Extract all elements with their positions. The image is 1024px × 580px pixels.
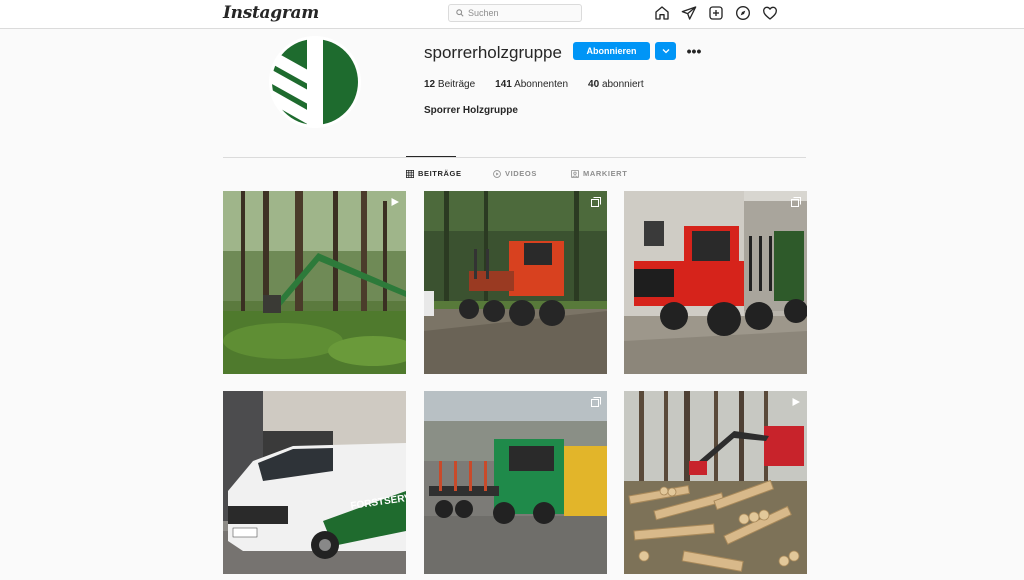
more-options-button[interactable]: ••• — [686, 43, 702, 59]
activity-heart-icon[interactable] — [761, 4, 779, 22]
video-badge-icon — [790, 396, 802, 408]
following-count[interactable]: 40 abonniert — [588, 79, 644, 90]
tab-tagged[interactable]: MARKIERT — [571, 169, 627, 178]
top-navigation-bar: Instagram Suchen — [0, 0, 1024, 29]
followers-count[interactable]: 141 Abonnenten — [495, 79, 568, 90]
profile-avatar[interactable] — [269, 36, 361, 128]
carousel-badge-icon — [790, 196, 802, 208]
post-image-forwarder-building — [624, 191, 807, 374]
video-badge-icon — [389, 196, 401, 208]
post-image-forwarder-road — [424, 191, 607, 374]
profile-username: sporrerholzgruppe — [424, 43, 562, 62]
profile-full-name: Sporrer Holzgruppe — [424, 105, 518, 116]
search-placeholder: Suchen — [468, 8, 499, 18]
post-tile[interactable]: FORSTSERVI — [223, 391, 406, 574]
grid-icon — [406, 169, 414, 178]
posts-count: 12 Beiträge — [424, 79, 476, 90]
follow-button[interactable]: Abonnieren — [573, 42, 650, 60]
active-tab-indicator — [406, 156, 456, 157]
post-tile[interactable] — [424, 191, 607, 374]
post-image-harvester-logs — [624, 391, 807, 574]
home-icon[interactable] — [653, 4, 671, 22]
direct-icon[interactable] — [680, 4, 698, 22]
search-box[interactable]: Suchen — [448, 4, 582, 22]
post-image-harvester-forest — [223, 191, 406, 374]
instagram-logo[interactable]: Instagram — [223, 3, 319, 23]
post-tile[interactable] — [223, 191, 406, 374]
tabs-divider — [223, 157, 806, 158]
carousel-badge-icon — [590, 396, 602, 408]
post-tile[interactable] — [624, 191, 807, 374]
suggestions-dropdown-button[interactable] — [655, 42, 676, 60]
profile-stats: 12 Beiträge 141 Abonnenten 40 abonniert — [424, 79, 664, 90]
post-image-timber-truck — [424, 391, 607, 574]
tagged-icon — [571, 169, 579, 178]
chevron-down-icon — [662, 49, 669, 54]
tab-videos[interactable]: VIDEOS — [493, 169, 537, 178]
search-icon — [456, 9, 464, 17]
carousel-badge-icon — [590, 196, 602, 208]
tab-posts[interactable]: BEITRÄGE — [406, 169, 462, 178]
video-icon — [493, 169, 501, 178]
post-tile[interactable] — [624, 391, 807, 574]
explore-icon[interactable] — [734, 4, 752, 22]
post-tile[interactable] — [424, 391, 607, 574]
new-post-icon[interactable] — [707, 4, 725, 22]
post-image-company-van: FORSTSERVI — [223, 391, 406, 574]
profile-tabs: BEITRÄGE VIDEOS MARKIERT — [0, 169, 1024, 181]
